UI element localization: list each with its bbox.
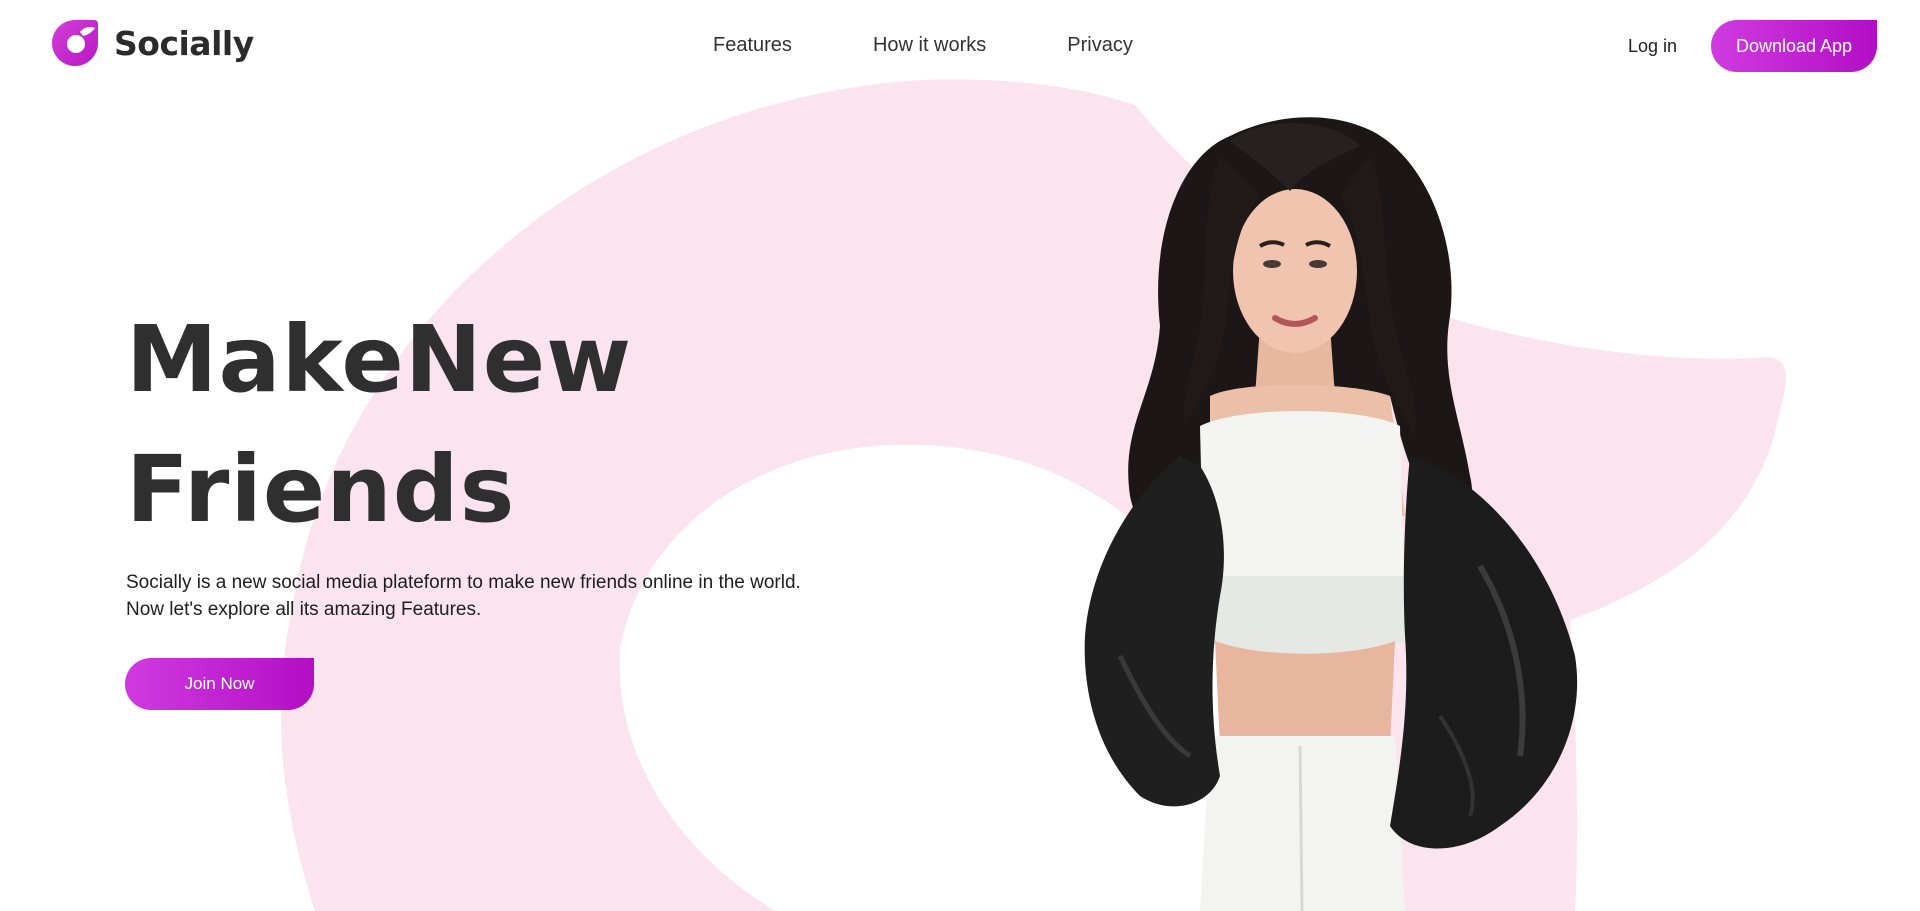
logo-mark-icon [52,20,98,66]
hero-description: Socially is a new social media plateform… [126,569,846,623]
nav-item-privacy[interactable]: Privacy [1067,34,1133,57]
nav-item-features[interactable]: Features [713,34,792,57]
logo-link[interactable]: Socially [50,18,254,68]
hero-description-line-2: Now let's explore all its amazing Featur… [126,599,482,620]
login-link[interactable]: Log in [1628,36,1677,57]
hero-title: MakeNew Friends [126,295,632,555]
hero-title-line-2: Friends [126,436,516,543]
download-app-button[interactable]: Download App [1711,20,1877,72]
nav-item-how-it-works[interactable]: How it works [873,34,986,57]
brand-name: Socially [114,23,254,63]
main-nav: Features How it works Privacy [713,34,1133,57]
hero-description-line-1: Socially is a new social media plateform… [126,572,801,593]
hero-title-line-1: MakeNew [126,306,633,413]
join-now-button[interactable]: Join Now [125,658,314,710]
woman-portrait-image [1084,117,1578,911]
site-header: Socially Features How it works Privacy L… [0,0,1920,92]
landing-page: Socially Features How it works Privacy L… [0,0,1920,911]
